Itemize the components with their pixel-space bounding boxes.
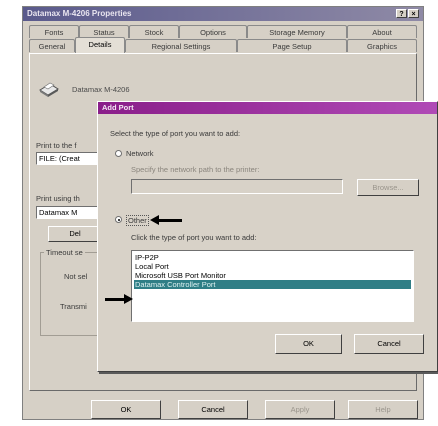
print-to-label: Print to the f bbox=[36, 141, 77, 150]
close-icon[interactable]: × bbox=[408, 9, 419, 18]
port-type-hint: Click the type of port you want to add: bbox=[131, 233, 257, 242]
window-title-bar: Datamax M-4206 Properties × ? bbox=[23, 7, 423, 21]
tab-about[interactable]: About bbox=[347, 25, 417, 38]
list-item[interactable]: Microsoft USB Port Monitor bbox=[134, 271, 411, 280]
printer-icon bbox=[39, 82, 59, 97]
help-icon[interactable]: ? bbox=[396, 9, 407, 18]
network-radio-label: Network bbox=[126, 149, 154, 158]
tab-page-setup[interactable]: Page Setup bbox=[237, 39, 347, 52]
tab-regional-settings[interactable]: Regional Settings bbox=[125, 39, 237, 52]
tab-options[interactable]: Options bbox=[179, 25, 247, 38]
cancel-button[interactable]: Cancel bbox=[178, 400, 248, 419]
timeout-label: Timeout se bbox=[44, 248, 85, 257]
network-path-hint: Specify the network path to the printer: bbox=[131, 165, 260, 174]
list-item[interactable]: IP-P2P bbox=[134, 253, 411, 262]
add-port-dialog: Add Port Select the type of port you wan… bbox=[97, 101, 438, 372]
list-item[interactable]: Local Port bbox=[134, 262, 411, 271]
list-item-selected[interactable]: Datamax Controller Port bbox=[134, 280, 411, 289]
other-radio-label: Other bbox=[126, 215, 149, 226]
print-to-field[interactable]: FILE: (Creat bbox=[36, 152, 100, 165]
not-selected-label: Not sel bbox=[64, 272, 88, 281]
window-title: Datamax M-4206 Properties bbox=[27, 9, 132, 18]
network-path-field[interactable] bbox=[131, 179, 343, 194]
add-port-prompt: Select the type of port you want to add: bbox=[110, 129, 241, 138]
tab-general[interactable]: General bbox=[29, 39, 75, 52]
annotation-arrow-other bbox=[150, 215, 182, 225]
tab-stock[interactable]: Stock bbox=[129, 25, 179, 38]
tab-storage-memory[interactable]: Storage Memory bbox=[247, 25, 347, 38]
browse-button[interactable]: Browse... bbox=[357, 179, 419, 196]
other-radio[interactable] bbox=[115, 216, 122, 223]
annotation-arrow-port bbox=[105, 294, 133, 304]
add-port-ok-button[interactable]: OK bbox=[275, 334, 342, 354]
ok-button[interactable]: OK bbox=[91, 400, 161, 419]
tab-details[interactable]: Details bbox=[75, 37, 125, 53]
printer-name: Datamax M-4206 bbox=[72, 85, 130, 94]
add-port-cancel-button[interactable]: Cancel bbox=[354, 334, 424, 354]
help-button[interactable]: Help bbox=[348, 400, 418, 419]
delete-port-button[interactable]: Del bbox=[48, 226, 102, 242]
tab-graphics[interactable]: Graphics bbox=[347, 39, 417, 52]
print-using-field[interactable]: Datamax M bbox=[36, 206, 100, 219]
network-radio[interactable] bbox=[115, 150, 122, 157]
transmission-label: Transmi bbox=[60, 302, 87, 311]
port-type-listbox[interactable]: IP-P2P Local Port Microsoft USB Port Mon… bbox=[131, 250, 414, 322]
tab-fonts[interactable]: Fonts bbox=[29, 25, 79, 38]
apply-button[interactable]: Apply bbox=[265, 400, 335, 419]
add-port-title-bar: Add Port bbox=[98, 102, 437, 114]
add-port-title: Add Port bbox=[102, 103, 134, 112]
print-using-label: Print using th bbox=[36, 194, 80, 203]
